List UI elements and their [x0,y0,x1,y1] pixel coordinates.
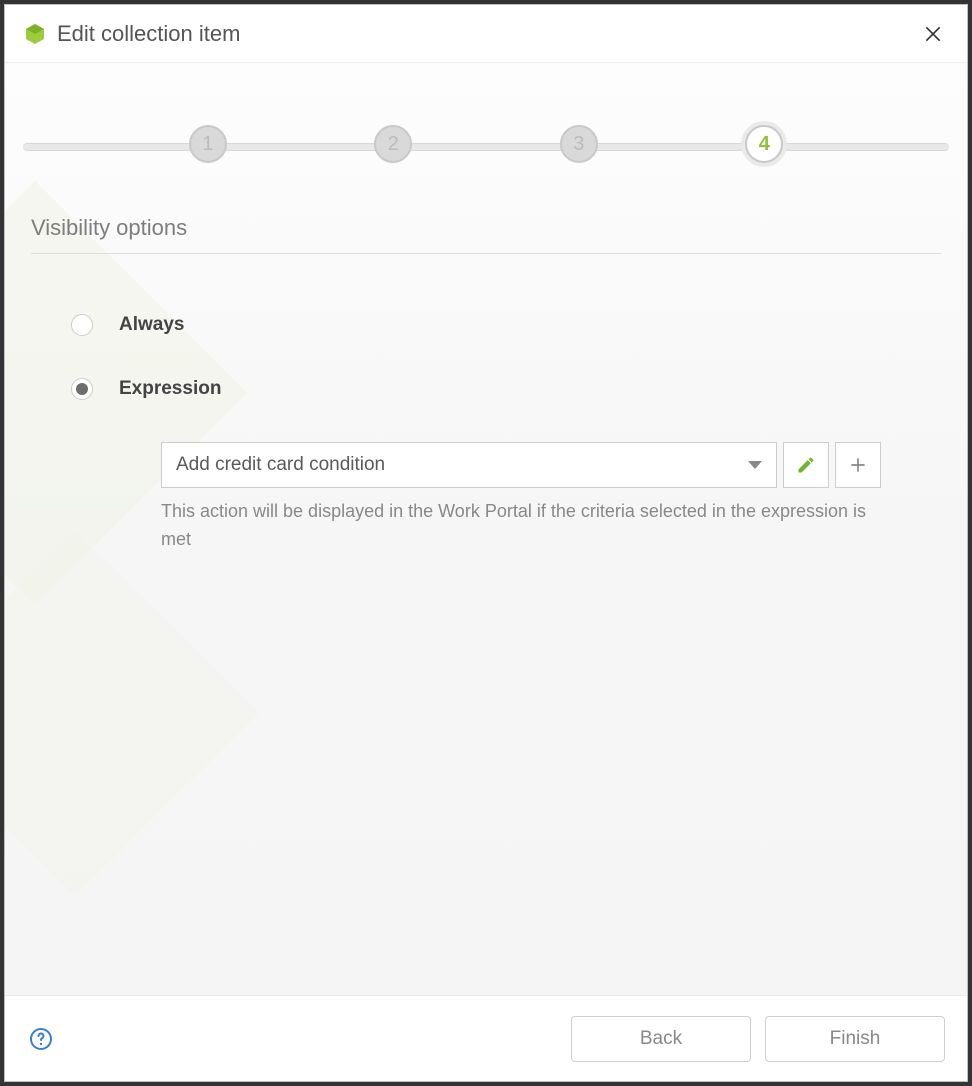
edit-collection-dialog: Edit collection item 1 2 3 4 Visibility … [4,4,968,1082]
bizagi-logo-icon [23,22,47,46]
steps-container: 1 2 3 4 [5,125,967,163]
dialog-footer: Back Finish [5,995,967,1081]
radio-always-label: Always [119,314,184,336]
close-icon [923,24,943,44]
help-icon [29,1027,53,1051]
finish-button[interactable]: Finish [765,1016,945,1062]
expression-dropdown-value: Add credit card condition [176,454,385,476]
expression-controls: Add credit card condition [161,442,881,488]
edit-expression-button[interactable] [783,442,829,488]
radio-always-control[interactable] [71,314,93,336]
decorative-shape [5,529,259,897]
radio-expression-label: Expression [119,378,221,400]
back-button[interactable]: Back [571,1016,751,1062]
visibility-section: Visibility options Always Expression Add… [5,163,967,554]
dialog-content: 1 2 3 4 Visibility options Always Expres… [5,63,967,995]
radio-expression-control[interactable] [71,378,93,400]
step-4[interactable]: 4 [745,125,783,163]
expression-block: Add credit card condition This action wi… [71,442,921,554]
expression-helper-text: This action will be displayed in the Wor… [161,498,881,554]
plus-icon [848,455,868,475]
help-button[interactable] [27,1025,55,1053]
step-3[interactable]: 3 [560,125,598,163]
close-button[interactable] [917,18,949,50]
radio-always[interactable]: Always [71,314,921,336]
step-1[interactable]: 1 [189,125,227,163]
chevron-down-icon [748,461,762,469]
expression-dropdown[interactable]: Add credit card condition [161,442,777,488]
section-title: Visibility options [31,215,941,254]
dialog-title: Edit collection item [57,21,917,47]
step-2[interactable]: 2 [374,125,412,163]
wizard-stepper: 1 2 3 4 [5,63,967,163]
pencil-icon [796,455,816,475]
radio-expression[interactable]: Expression [71,378,921,400]
add-expression-button[interactable] [835,442,881,488]
visibility-options: Always Expression Add credit card condit… [31,254,941,554]
titlebar: Edit collection item [5,5,967,63]
